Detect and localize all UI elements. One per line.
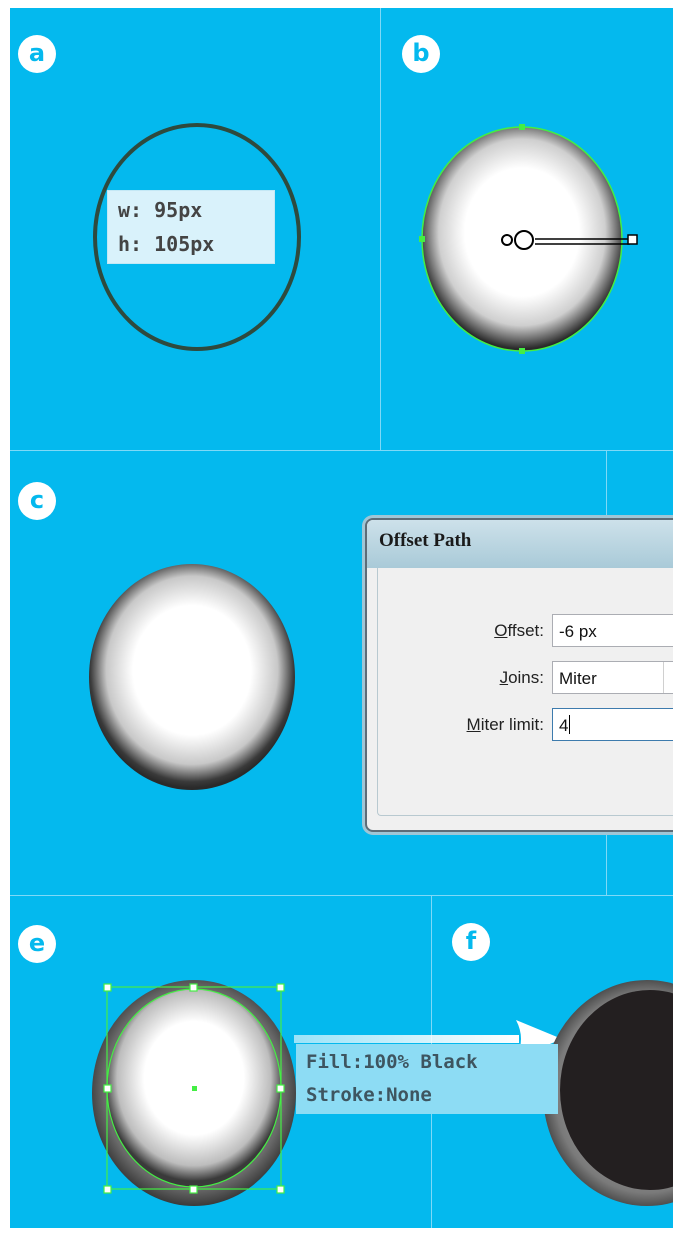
stroke-label: Stroke:None	[306, 1084, 432, 1106]
gradient-ellipse-selected	[419, 124, 638, 354]
offset-ellipse-selected	[92, 980, 296, 1206]
miter-limit-label-text: iter limit:	[480, 715, 544, 734]
miter-limit-label: Miter limit:	[398, 715, 544, 735]
step-badge-f: f	[452, 923, 490, 961]
gradient-ellipse	[89, 564, 295, 790]
text-cursor	[569, 715, 571, 734]
step-badge-b: b	[402, 35, 440, 73]
fill-stroke-readout: Fill:100% Black Stroke:None	[296, 1044, 558, 1114]
dialog-titlebar[interactable]: Offset Path	[367, 520, 673, 568]
joins-select[interactable]: Miter	[552, 661, 673, 694]
step-badge-e: e	[18, 925, 56, 963]
chevron-down-icon[interactable]	[663, 662, 673, 693]
miter-limit-value: 4	[559, 716, 569, 735]
offset-path-dialog: Offset Path Offset: -6 px Joins: Miter M…	[365, 518, 673, 832]
panel-divider	[10, 450, 673, 451]
offset-label: Offset:	[408, 621, 544, 641]
panel-divider	[380, 8, 381, 450]
step-badge-c: c	[18, 482, 56, 520]
tutorial-canvas: a w: 95px h: 105px b c Offset Path Offse…	[10, 8, 673, 1228]
offset-label-accesskey: O	[494, 621, 508, 640]
panel-divider	[10, 895, 673, 896]
dialog-title: Offset Path	[379, 530, 472, 551]
fill-label: Fill:100% Black	[306, 1051, 478, 1073]
black-filled-ellipse	[543, 980, 673, 1206]
width-label: w: 95px	[118, 198, 203, 222]
offset-label-text: ffset:	[507, 621, 544, 640]
offset-input[interactable]: -6 px	[552, 614, 673, 647]
miter-limit-input[interactable]: 4	[552, 708, 673, 741]
step-badge-a: a	[18, 35, 56, 73]
dialog-body: Offset: -6 px Joins: Miter Miter limit: …	[377, 568, 673, 816]
height-label: h: 105px	[118, 232, 215, 256]
miter-limit-label-accesskey: M	[466, 715, 481, 734]
joins-selected-value: Miter	[559, 669, 597, 688]
joins-label: Joins:	[408, 668, 544, 688]
joins-label-accesskey: J	[499, 668, 509, 687]
dimension-readout: w: 95px h: 105px	[108, 191, 274, 263]
joins-label-text: oins:	[508, 668, 544, 687]
